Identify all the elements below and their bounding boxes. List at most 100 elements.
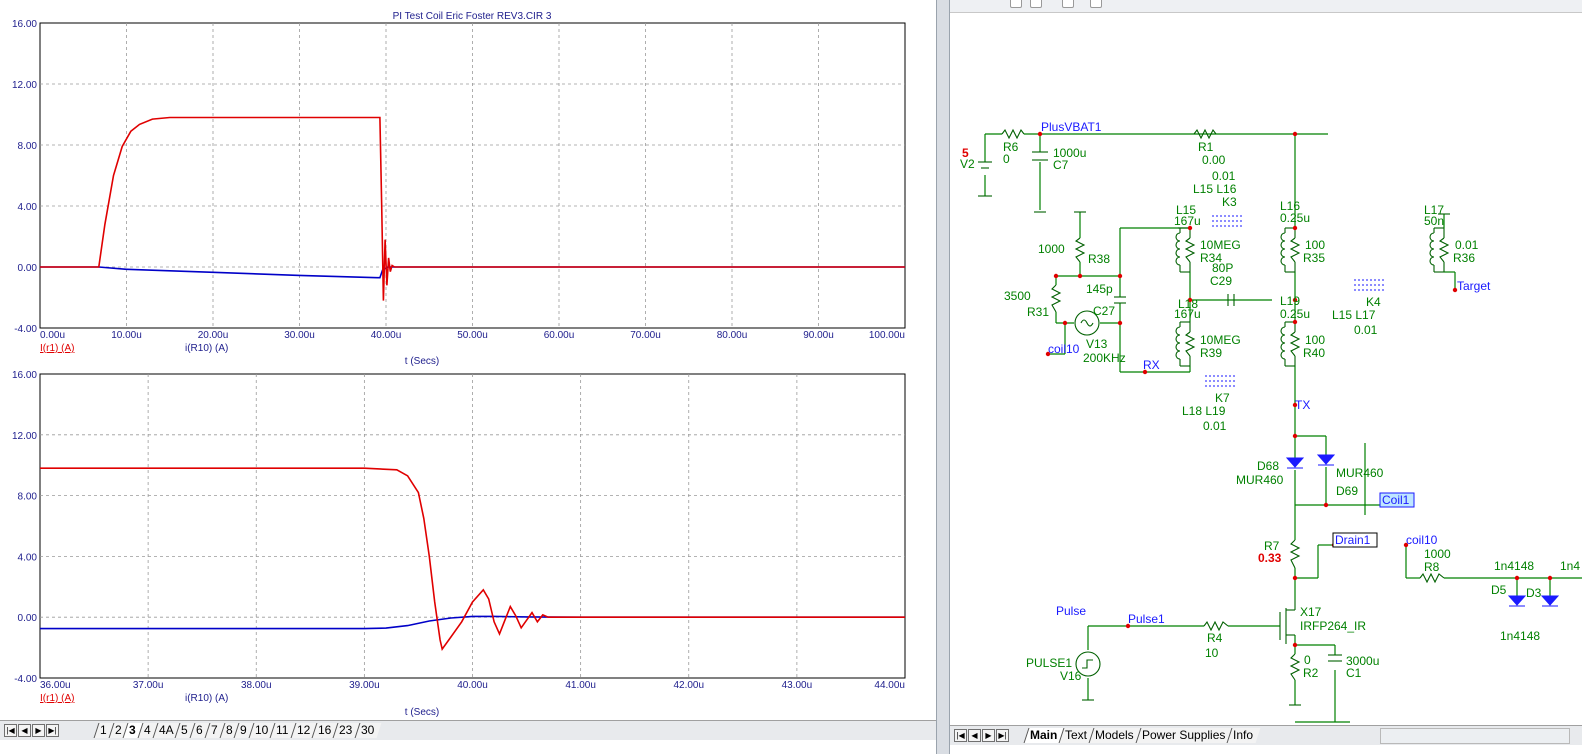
rx-label: RX — [1143, 358, 1160, 372]
v16-label: V16 — [1060, 669, 1082, 683]
x-tick-label: 44.00u — [874, 680, 905, 691]
plot-tab-label: 30 — [360, 723, 375, 737]
target-label: Target — [1457, 279, 1491, 293]
r1-label: R1 — [1198, 140, 1214, 154]
k7-value: 0.01 — [1203, 419, 1227, 433]
k7-pair: L18 L19 — [1182, 404, 1226, 418]
d5-label: D5 — [1491, 583, 1507, 597]
k3-label: K3 — [1222, 195, 1237, 209]
x-tick-label: 36.00u — [40, 680, 71, 691]
legend-ir1[interactable]: I(r1) (A) — [40, 343, 74, 354]
r4-label: R4 — [1207, 631, 1223, 645]
r2-label: R2 — [1303, 666, 1319, 680]
r39-value: 10MEG — [1200, 333, 1241, 347]
k4-label: K4 — [1366, 295, 1381, 309]
d-model-cut: 1n4 — [1560, 559, 1580, 573]
x-tick-label: 10.00u — [111, 330, 142, 341]
bottom-x-axis-title: t (Secs) — [405, 707, 439, 718]
d68-model: MUR460 — [1236, 473, 1284, 487]
r31-value: 3500 — [1004, 289, 1031, 303]
bottom-chart[interactable]: 36.00u 37.00u 38.00u 39.00u 40.00u 41.00u 42.0… — [12, 370, 906, 704]
tx-label: TX — [1295, 398, 1310, 412]
schematic-horizontal-scrollbar[interactable] — [1380, 728, 1570, 744]
schematic-tab-label: Text — [1065, 728, 1088, 742]
first-tab-button[interactable]: |◀ — [4, 724, 17, 737]
plot-tab-bar: |◀ ◀ ▶ ▶| 1 2 3 4 4A 5 6 7 8 9 10 11 12 16 23 30 — [0, 720, 936, 740]
r40-value: 100 — [1305, 333, 1325, 347]
plot-tab-label: 12 — [296, 723, 311, 737]
r36-value: 0.01 — [1455, 238, 1479, 252]
schematic-tab-label: Main — [1030, 728, 1058, 742]
schem-last-tab-button[interactable]: ▶| — [996, 729, 1009, 742]
r4-value: 10 — [1205, 646, 1219, 660]
x-tick-label: 60.00u — [544, 330, 575, 341]
y-tick-label: -4.00 — [14, 324, 37, 335]
x-tick-label: 0.00u — [40, 330, 65, 341]
k7-label: K7 — [1215, 391, 1230, 405]
schem-first-tab-button[interactable]: |◀ — [954, 729, 967, 742]
r2-value: 0 — [1304, 653, 1311, 667]
r38-label: R38 — [1088, 252, 1110, 266]
plot-tab-label: 2 — [114, 723, 122, 737]
y-tick-label: 4.00 — [18, 552, 38, 563]
plot-tab-label: 7 — [210, 723, 218, 737]
l15-value: 167u — [1174, 214, 1201, 228]
plot-tab-label: 6 — [196, 723, 203, 737]
x-tick-label: 37.00u — [133, 680, 164, 691]
v13-label: V13 — [1086, 337, 1108, 351]
plot-tab-label: 4 — [144, 723, 151, 737]
r39-label: R39 — [1200, 346, 1222, 360]
schematic-pane: PlusVBAT1 5 V2 R6 0 1000u C7 R1 0.00 0.0… — [950, 0, 1582, 754]
x-tick-label: 100.00u — [869, 330, 905, 341]
c27-value: 145p — [1086, 282, 1113, 296]
k4-pair: L15 L17 — [1332, 308, 1376, 322]
schem-prev-tab-button[interactable]: ◀ — [968, 729, 981, 742]
r31-label: R31 — [1027, 305, 1049, 319]
last-tab-button[interactable]: ▶| — [46, 724, 59, 737]
x-tick-label: 43.00u — [782, 680, 813, 691]
x-tick-label: 42.00u — [673, 680, 704, 691]
c1-label: C1 — [1346, 666, 1362, 680]
pane-splitter[interactable] — [936, 0, 950, 754]
legend-ir10[interactable]: i(R10) (A) — [185, 343, 228, 354]
y-tick-label: 8.00 — [18, 141, 38, 152]
r40-label: R40 — [1303, 346, 1325, 360]
top-chart[interactable]: 0.00u 10.00u 20.00u 30.00u 40.00u 50.00u 60.00… — [12, 19, 906, 354]
x-tick-label: 30.00u — [284, 330, 315, 341]
plot-tab-label: 16 — [318, 723, 332, 737]
plot-tab-label: 11 — [276, 723, 289, 737]
r38-value: 1000 — [1038, 242, 1065, 256]
schematic-tab-info[interactable]: Info — [1227, 728, 1261, 743]
x-tick-label: 40.00u — [457, 680, 488, 691]
plot-tab-30[interactable]: 30 — [354, 723, 382, 738]
x-tick-label: 38.00u — [241, 680, 272, 691]
schematic-tab-label: Models — [1095, 728, 1135, 742]
r1-value: 0.00 — [1202, 153, 1226, 167]
pulse-label: Pulse — [1056, 604, 1086, 618]
y-tick-label: -4.00 — [14, 674, 37, 685]
l19-value: 0.25u — [1280, 307, 1310, 321]
y-tick-label: 16.00 — [12, 19, 37, 30]
y-tick-label: 0.00 — [18, 613, 38, 624]
x-tick-label: 50.00u — [457, 330, 488, 341]
d69-label: D69 — [1336, 484, 1358, 498]
plot-title: PI Test Coil Eric Foster REV3.CIR 3 — [393, 11, 552, 22]
next-tab-button[interactable]: ▶ — [32, 724, 45, 737]
legend-ir1[interactable]: I(r1) (A) — [40, 693, 74, 704]
legend-ir10[interactable]: i(R10) (A) — [185, 693, 228, 704]
schematic-canvas[interactable]: PlusVBAT1 5 V2 R6 0 1000u C7 R1 0.00 0.0… — [950, 0, 1582, 725]
coil1-label: Coil1 — [1382, 493, 1410, 507]
c7-label: C7 — [1053, 158, 1069, 172]
schematic-tab-nav: |◀ ◀ ▶ ▶| — [954, 729, 1010, 742]
l19-label: L19 — [1280, 294, 1300, 308]
schematic-tab-models[interactable]: Models — [1088, 728, 1142, 743]
prev-tab-button[interactable]: ◀ — [18, 724, 31, 737]
schem-next-tab-button[interactable]: ▶ — [982, 729, 995, 742]
r35-value: 100 — [1305, 238, 1325, 252]
coil10-b-label: coil10 — [1406, 533, 1438, 547]
analysis-pane: PI Test Coil Eric Foster REV3.CIR 3 0.00… — [0, 0, 936, 754]
coil10-label: coil10 — [1048, 342, 1080, 356]
k3-pair: L15 L16 — [1193, 182, 1237, 196]
plot-tab-label: 3 — [129, 723, 137, 737]
schematic-tab-power-supplies[interactable]: Power Supplies — [1135, 728, 1233, 743]
